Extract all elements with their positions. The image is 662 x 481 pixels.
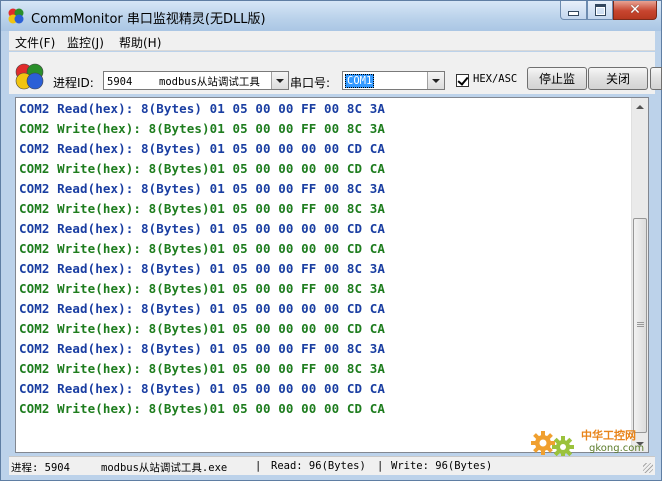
status-process-name: modbus从站调试工具.exe: [101, 462, 228, 474]
log-line-read: COM2 Read(hex): 8(Bytes) 01 05 00 00 FF …: [19, 341, 386, 356]
close-window-button[interactable]: ✕: [613, 1, 657, 20]
process-id-label: 进程ID:: [53, 76, 94, 90]
log-line-read: COM2 Read(hex): 8(Bytes) 01 05 00 00 00 …: [19, 221, 386, 236]
log-line-read: COM2 Read(hex): 8(Bytes) 01 05 00 00 FF …: [19, 261, 386, 276]
watermark-site: gkong.com: [589, 443, 645, 454]
menu-bar: 文件(F) 监控(J) 帮助(H): [9, 31, 655, 51]
port-label: 串口号:: [290, 76, 331, 90]
log-line-write: COM2 Write(hex): 8(Bytes)01 05 00 00 00 …: [19, 321, 386, 336]
status-process: 进程: 5904: [11, 462, 70, 474]
log-line-write: COM2 Write(hex): 8(Bytes)01 05 00 00 00 …: [19, 241, 386, 256]
watermark-title: 中华工控网: [581, 429, 636, 442]
log-line-read: COM2 Read(hex): 8(Bytes) 01 05 00 00 00 …: [19, 381, 386, 396]
log-line-write: COM2 Write(hex): 8(Bytes)01 05 00 00 FF …: [19, 201, 386, 216]
main-window: CommMonitor 串口监视精灵(无DLL版) ✕ 文件(F) 监控(J) …: [0, 0, 662, 481]
status-bar: 进程: 5904 modbus从站调试工具.exe | Read: 96(Byt…: [9, 456, 655, 475]
scroll-up-icon[interactable]: [632, 98, 648, 115]
maximize-button[interactable]: [587, 1, 613, 20]
status-separator: |: [255, 460, 262, 472]
minimize-button[interactable]: [560, 1, 587, 20]
log-line-read: COM2 Read(hex): 8(Bytes) 01 05 00 00 00 …: [19, 141, 386, 156]
menu-monitor[interactable]: 监控(J): [67, 34, 104, 51]
resize-grip-icon[interactable]: [643, 463, 653, 473]
toolbar: 进程ID: 5904 modbus从站调试工具 串口号: COM1 HEX/ASC…: [9, 52, 662, 94]
log-line-write: COM2 Write(hex): 8(Bytes)01 05 00 00 FF …: [19, 361, 386, 376]
app-logo-large-icon: [15, 63, 44, 90]
log-line-write: COM2 Write(hex): 8(Bytes)01 05 00 00 00 …: [19, 161, 386, 176]
overflow-button[interactable]: [650, 67, 662, 90]
log-line-write: COM2 Write(hex): 8(Bytes)01 05 00 00 FF …: [19, 121, 386, 136]
log-line-read: COM2 Read(hex): 8(Bytes) 01 05 00 00 00 …: [19, 301, 386, 316]
port-select[interactable]: COM1: [342, 71, 445, 90]
menu-file[interactable]: 文件(F): [15, 34, 55, 51]
close-icon: ✕: [629, 2, 641, 18]
chevron-down-icon[interactable]: [427, 72, 444, 89]
menu-help[interactable]: 帮助(H): [119, 34, 161, 51]
process-id-value: 5904: [107, 76, 133, 88]
hex-asc-checkbox[interactable]: [456, 74, 469, 87]
status-separator: |: [377, 460, 384, 472]
process-select[interactable]: 5904 modbus从站调试工具: [103, 71, 289, 90]
status-read: Read: 96(Bytes): [271, 460, 366, 472]
stop-monitor-button[interactable]: 停止监: [527, 67, 587, 90]
close-button[interactable]: 关闭: [588, 67, 648, 90]
app-logo-icon: [8, 8, 24, 24]
scrollbar-thumb[interactable]: [633, 218, 647, 433]
log-line-read: COM2 Read(hex): 8(Bytes) 01 05 00 00 FF …: [19, 181, 386, 196]
title-bar[interactable]: CommMonitor 串口监视精灵(无DLL版) ✕: [1, 1, 661, 31]
status-write: Write: 96(Bytes): [391, 460, 493, 472]
hex-asc-label: HEX/ASC: [473, 73, 518, 85]
log-line-read: COM2 Read(hex): 8(Bytes) 01 05 00 00 FF …: [19, 101, 386, 116]
vertical-scrollbar[interactable]: [631, 98, 648, 452]
log-line-write: COM2 Write(hex): 8(Bytes)01 05 00 00 FF …: [19, 281, 386, 296]
log-line-write: COM2 Write(hex): 8(Bytes)01 05 00 00 00 …: [19, 401, 386, 416]
port-value: COM1: [345, 74, 375, 88]
window-title: CommMonitor 串口监视精灵(无DLL版): [31, 12, 266, 27]
chevron-down-icon[interactable]: [271, 72, 288, 89]
process-name-value: modbus从站调试工具: [159, 76, 260, 88]
log-output[interactable]: COM2 Read(hex): 8(Bytes) 01 05 00 00 FF …: [15, 97, 649, 453]
